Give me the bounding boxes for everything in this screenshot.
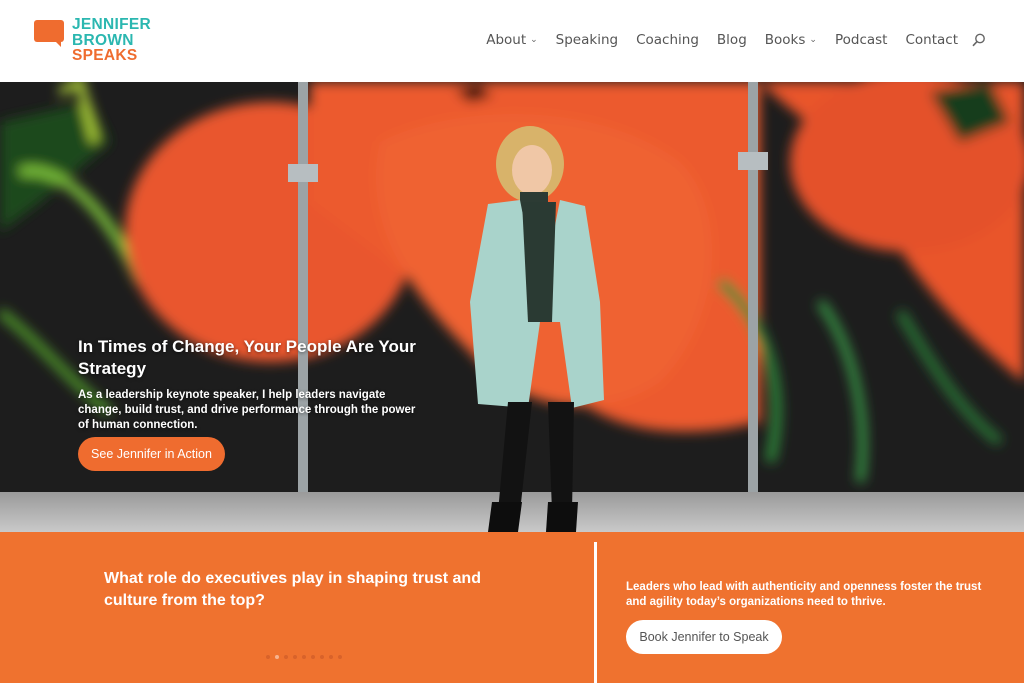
slider-dot-active[interactable] — [275, 655, 279, 659]
main-nav: About ⌄ Speaking Coaching Blog Books ⌄ P… — [468, 32, 986, 48]
hero-title: In Times of Change, Your People Are Your… — [78, 337, 416, 378]
book-jennifer-button[interactable]: Book Jennifer to Speak — [626, 620, 782, 654]
slider-dot[interactable] — [293, 655, 297, 659]
nav-item-label: About — [486, 32, 527, 48]
slider-dot[interactable] — [338, 655, 342, 659]
slider-dot[interactable] — [311, 655, 315, 659]
nav-item-label: Blog — [716, 32, 747, 48]
hero-section: In Times of Change, Your People Are Your… — [0, 82, 1024, 532]
nav-item-coaching[interactable]: Coaching — [636, 32, 699, 48]
site-logo[interactable]: JENNIFER BROWN SPEAKS — [34, 17, 164, 69]
nav-item-books[interactable]: Books ⌄ — [765, 32, 817, 48]
search-icon[interactable] — [972, 33, 986, 47]
slider-dot[interactable] — [320, 655, 324, 659]
nav-item-podcast[interactable]: Podcast — [835, 32, 888, 48]
slider-question: What role do executives play in shaping … — [104, 570, 481, 609]
logo-line-3: SPEAKS — [72, 47, 138, 64]
speech-bubble-logo-icon — [34, 20, 64, 47]
hero-text-block: In Times of Change, Your People Are Your… — [78, 336, 423, 433]
nav-item-label: Podcast — [834, 32, 888, 48]
nav-item-label: Speaking — [555, 32, 619, 48]
slider-dot[interactable] — [266, 655, 270, 659]
slider-dots — [266, 655, 347, 659]
nav-item-label: Books — [764, 32, 806, 48]
nav-item-label: Coaching — [636, 32, 699, 48]
logo-line-2: BROWN — [72, 31, 134, 49]
nav-item-speaking[interactable]: Speaking — [556, 32, 618, 48]
nav-item-label: Contact — [905, 32, 958, 48]
nav-item-about[interactable]: About ⌄ — [486, 32, 537, 48]
slider-dot[interactable] — [302, 655, 306, 659]
leadership-statement: Leaders who lead with authenticity and o… — [626, 581, 982, 608]
logo-wordmark: JENNIFER BROWN SPEAKS — [72, 17, 151, 64]
nav-item-blog[interactable]: Blog — [717, 32, 747, 48]
logo-line-1: JENNIFER — [72, 16, 152, 33]
hero-description: As a leadership keynote speaker, I help … — [78, 389, 416, 431]
see-jennifer-in-action-button[interactable]: See Jennifer in Action — [78, 437, 225, 471]
nav-item-contact[interactable]: Contact — [905, 32, 958, 48]
slider-dot[interactable] — [329, 655, 333, 659]
chevron-down-icon: ⌄ — [809, 35, 817, 45]
chevron-down-icon: ⌄ — [530, 35, 538, 45]
cta-band: What role do executives play in shaping … — [0, 532, 1024, 683]
slider-dot[interactable] — [284, 655, 288, 659]
vertical-divider — [594, 542, 597, 683]
site-header: JENNIFER BROWN SPEAKS About ⌄ Speaking C… — [0, 0, 1024, 82]
